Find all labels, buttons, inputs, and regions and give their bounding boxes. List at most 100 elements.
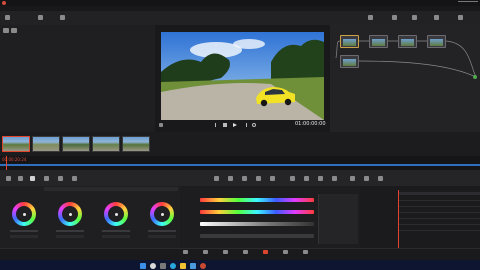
- info-icon[interactable]: [378, 176, 383, 181]
- clip-thumbnail[interactable]: [92, 136, 120, 152]
- node-output-icon[interactable]: [473, 75, 477, 79]
- clips-icon[interactable]: [38, 15, 43, 20]
- 3d-icon[interactable]: [332, 176, 337, 181]
- wheel-master-slider[interactable]: [56, 230, 84, 232]
- wheel-master-slider[interactable]: [148, 230, 176, 232]
- curves-icon[interactable]: [214, 176, 219, 181]
- wheel-center-handle[interactable]: [68, 212, 72, 216]
- mini-timeline: 00:00:20:24: [0, 156, 480, 170]
- effects-icon[interactable]: [434, 15, 439, 20]
- keyframes-ruler: [398, 192, 480, 195]
- wheel-values-row[interactable]: [10, 235, 38, 238]
- page-tab-icon[interactable]: [223, 250, 228, 254]
- lum-bar[interactable]: [200, 222, 314, 226]
- timeline-playhead[interactable]: [6, 156, 7, 170]
- lightbox-icon[interactable]: [368, 15, 373, 20]
- store-icon[interactable]: [190, 263, 196, 269]
- wheel-center-handle[interactable]: [160, 212, 164, 216]
- color-warper-icon[interactable]: [228, 176, 233, 181]
- color-toolbar: [0, 170, 480, 186]
- library-icon[interactable]: [458, 15, 463, 20]
- wheel-center-handle[interactable]: [22, 212, 26, 216]
- start-icon[interactable]: [140, 263, 146, 269]
- gallery-grid-icon[interactable]: [11, 28, 17, 33]
- clip-thumbnail[interactable]: [122, 136, 150, 152]
- clip-thumbnail[interactable]: [62, 136, 90, 152]
- viewer-panel: 01:00:00:00: [155, 25, 330, 132]
- wheel-master-slider[interactable]: [102, 230, 130, 232]
- page-tab-icon[interactable]: [243, 250, 248, 254]
- primaries-panel: [0, 186, 180, 248]
- clip-thumbnails: [2, 134, 152, 154]
- keyframe-playhead[interactable]: [398, 190, 399, 248]
- curves-side-controls[interactable]: [318, 194, 358, 244]
- color-wheels: [0, 198, 180, 248]
- play-button[interactable]: [233, 123, 237, 127]
- page-tab-icon[interactable]: [183, 250, 188, 254]
- clips-strip: [0, 132, 480, 156]
- gallery-panel: [0, 25, 155, 132]
- wheel-master-slider[interactable]: [10, 230, 38, 232]
- primaries-value-row: [44, 187, 178, 191]
- viewer-image[interactable]: [161, 32, 324, 120]
- keyframes-icon[interactable]: [350, 176, 355, 181]
- node-editor: [330, 25, 480, 132]
- gray-bar[interactable]: [200, 234, 314, 238]
- nodes-icon[interactable]: [412, 15, 417, 20]
- keyframe-track: [398, 224, 480, 225]
- curves-panel: [180, 186, 360, 248]
- wheel-values-row[interactable]: [102, 235, 130, 238]
- search-icon[interactable]: [150, 263, 156, 269]
- page-tabs-bar: [0, 248, 480, 260]
- key-icon[interactable]: [304, 176, 309, 181]
- page-tab-icon[interactable]: [203, 250, 208, 254]
- wheel-center-handle[interactable]: [114, 212, 118, 216]
- hdr-icon[interactable]: [44, 176, 49, 181]
- keyframe-track: [398, 212, 480, 213]
- wheel-values-row[interactable]: [56, 235, 84, 238]
- taskview-icon[interactable]: [160, 263, 166, 269]
- os-taskbar: [0, 260, 480, 270]
- stop-button[interactable]: [223, 123, 227, 127]
- window-controls[interactable]: [458, 1, 478, 5]
- sizing-icon[interactable]: [318, 176, 323, 181]
- page-tab-icon[interactable]: [283, 250, 288, 254]
- resolve-taskbar-icon[interactable]: [200, 263, 206, 269]
- primaries-icon[interactable]: [30, 176, 35, 181]
- gallery-list-icon[interactable]: [3, 28, 9, 33]
- media-pool-icon[interactable]: [5, 15, 10, 20]
- timeline-icon[interactable]: [60, 15, 65, 20]
- hue-vs-sat-bar[interactable]: [200, 210, 314, 214]
- top-toolbar: [0, 11, 480, 25]
- loop-button[interactable]: [252, 123, 256, 127]
- timeline-track[interactable]: [0, 164, 480, 166]
- viewer-timecode: 01:00:00:00: [295, 121, 326, 127]
- viewer-tool-icon[interactable]: [159, 123, 163, 127]
- blur-icon[interactable]: [290, 176, 295, 181]
- hue-vs-hue-bar[interactable]: [200, 198, 314, 202]
- window-icon[interactable]: [256, 176, 261, 181]
- edge-icon[interactable]: [170, 263, 176, 269]
- clip-thumbnail[interactable]: [2, 136, 30, 152]
- clip-thumbnail[interactable]: [32, 136, 60, 152]
- color-match-icon[interactable]: [18, 176, 23, 181]
- qualifier-icon[interactable]: [242, 176, 247, 181]
- app-logo-icon: [2, 1, 6, 5]
- page-tab-icon[interactable]: [303, 250, 308, 254]
- explorer-icon[interactable]: [180, 263, 186, 269]
- gallery-icon[interactable]: [392, 15, 397, 20]
- keyframe-track: [398, 230, 480, 231]
- keyframe-track: [398, 218, 480, 219]
- photo-car-icon: [161, 32, 324, 120]
- rgb-mixer-icon[interactable]: [58, 176, 63, 181]
- wheel-values-row[interactable]: [148, 235, 176, 238]
- motion-effects-icon[interactable]: [72, 176, 77, 181]
- scopes-icon[interactable]: [364, 176, 369, 181]
- keyframes-rows: [360, 196, 480, 246]
- page-tabs: [176, 250, 326, 260]
- skip-back-button[interactable]: [215, 123, 219, 127]
- skip-forward-button[interactable]: [243, 123, 247, 127]
- page-tab-icon[interactable]: [263, 250, 268, 254]
- camera-raw-icon[interactable]: [6, 176, 11, 181]
- tracker-icon[interactable]: [270, 176, 275, 181]
